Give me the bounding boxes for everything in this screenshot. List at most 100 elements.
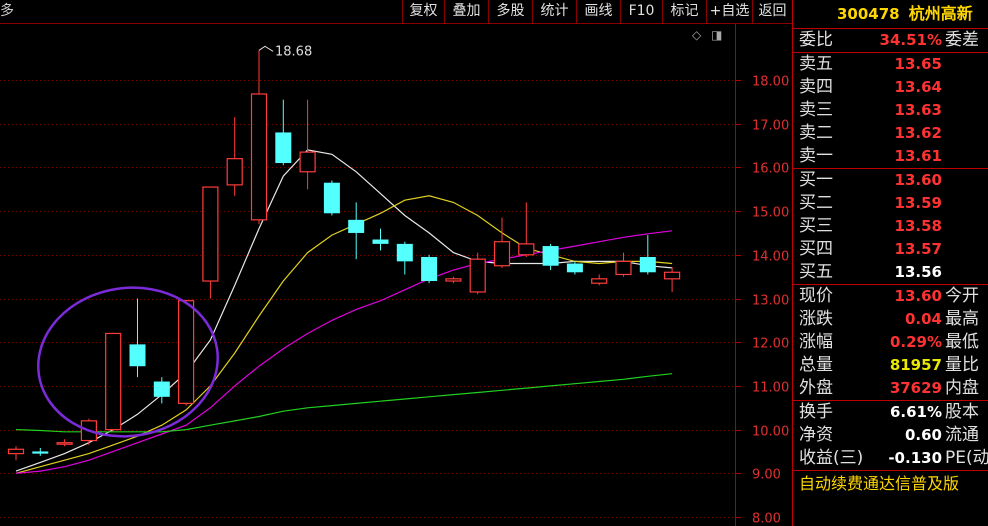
candle-body	[105, 332, 122, 431]
y-tick-label: 18.00	[752, 75, 789, 90]
extra-label2: PE(动	[945, 448, 988, 468]
stock-name: 杭州高新	[908, 4, 973, 23]
toolbar-button-huaxian[interactable]: 画线	[576, 0, 620, 23]
kline-chart-svg: 18.00 17.00 16.00 15.00 14.00 13.00 12.00 11.00…	[0, 23, 792, 526]
candle-body	[202, 186, 219, 282]
candle-body	[591, 278, 608, 284]
buy-row: 买三 13.58	[793, 215, 988, 238]
candle-body	[615, 260, 632, 276]
peak-pointer	[258, 45, 274, 52]
candle-body	[663, 271, 681, 280]
toolbar-button-diejia[interactable]: 叠加	[444, 0, 488, 23]
sell-row: 卖三 13.63	[793, 99, 988, 122]
quote-label: 外盘	[799, 378, 833, 398]
extra-row: 净资 0.60 流通	[793, 424, 988, 447]
candle-body	[7, 448, 25, 455]
sell-row: 卖四 13.64	[793, 76, 988, 99]
toolbar-left-text: 多	[0, 3, 14, 19]
weibi-value: 34.51%	[879, 31, 942, 49]
candle-body	[493, 241, 511, 267]
quote-value: 0.29%	[889, 333, 942, 351]
candle-body	[469, 258, 486, 293]
candle-body	[421, 256, 438, 282]
sell-label: 卖一	[799, 146, 833, 166]
quote-row: 总量 81957 量比	[793, 354, 988, 377]
toolbar-button-biaoji[interactable]: 标记	[662, 0, 706, 23]
highlight-circle-annotation	[37, 286, 219, 438]
diamond-icon[interactable]: ◇	[692, 28, 701, 42]
quote-value: 37629	[889, 379, 942, 397]
toolbar-button-fanhui[interactable]: 返回	[752, 0, 792, 23]
buy-label: 买五	[799, 262, 833, 282]
candle-body	[639, 256, 656, 273]
candle-body	[299, 151, 316, 173]
buy-orders: 买一 13.60 买二 13.59 买三 13.58 买四 13.57 买五 1…	[793, 169, 988, 285]
sell-label: 卖二	[799, 123, 833, 143]
quote-label: 涨幅	[799, 332, 833, 352]
sell-orders: 卖五 13.65 卖四 13.64 卖三 13.63 卖二 13.62 卖一 1…	[793, 53, 988, 169]
buy-row: 买五 13.56	[793, 261, 988, 284]
candle-body	[226, 158, 243, 186]
quote-panel: 300478 杭州高新 委比 34.51% 委差 卖五 13.65 卖四 13.…	[792, 0, 988, 526]
y-tick-label: 16.00	[752, 162, 789, 177]
peak-label: 18.68	[275, 44, 312, 59]
toolbar-button-duogu[interactable]: 多股	[488, 0, 532, 23]
buy-price: 13.57	[894, 240, 942, 258]
sell-price: 13.63	[894, 101, 942, 119]
y-tick-label: 13.00	[752, 294, 789, 309]
extra-value: -0.130	[888, 449, 942, 467]
candle-body	[396, 243, 413, 262]
sell-price: 13.62	[894, 124, 942, 142]
candle-body	[566, 263, 583, 273]
sell-label: 卖五	[799, 54, 833, 74]
quote-value: 81957	[889, 356, 942, 374]
extra-label2: 股本	[945, 402, 979, 422]
buy-label: 买三	[799, 216, 833, 236]
quote-label: 涨跌	[799, 309, 833, 329]
buy-label: 买一	[799, 170, 833, 190]
buy-price: 13.59	[894, 194, 942, 212]
toolbar-button-zixuan[interactable]: +自选	[706, 0, 752, 23]
candle-body	[129, 344, 146, 367]
chart-toolbar: 多 复权 叠加 多股 统计 画线 F10 标记 +自选 返回	[0, 0, 792, 24]
quote-label2: 最低	[945, 332, 979, 352]
quote-row: 外盘 37629 内盘	[793, 377, 988, 400]
stock-code: 300478	[837, 5, 900, 23]
quote-value: 0.04	[904, 310, 942, 328]
toolbar-button-fuquan[interactable]: 复权	[402, 0, 444, 23]
sell-label: 卖四	[799, 77, 833, 97]
candle-body	[323, 182, 340, 214]
toolbar-button-f10[interactable]: F10	[620, 0, 662, 23]
quote-label: 现价	[799, 286, 833, 306]
quote-label2: 最高	[945, 309, 979, 329]
candle-body	[32, 451, 49, 454]
kline-chart[interactable]: 18.00 17.00 16.00 15.00 14.00 13.00 12.00 11.00…	[0, 0, 792, 526]
candle-body	[56, 442, 73, 445]
sell-price: 13.64	[894, 78, 942, 96]
candle-body	[445, 278, 462, 282]
sell-row: 卖一 13.61	[793, 145, 988, 168]
y-tick-label: 15.00	[752, 206, 789, 221]
news-ticker[interactable]: 自动续费通达信普及版	[793, 470, 988, 497]
quote-value: 13.60	[894, 287, 942, 305]
extra-row: 换手 6.61% 股本	[793, 401, 988, 424]
sell-row: 卖二 13.62	[793, 122, 988, 145]
candle-body	[178, 300, 195, 404]
quote-label2: 量比	[945, 355, 979, 375]
buy-label: 买二	[799, 193, 833, 213]
candle-body	[542, 246, 559, 266]
weicha-label: 委差	[945, 30, 979, 50]
y-tick-label: 14.00	[752, 250, 789, 265]
panel-toggle-icon[interactable]: ◨	[711, 28, 722, 42]
quote-row: 涨幅 0.29% 最低	[793, 331, 988, 354]
weibi-row: 委比 34.51% 委差	[793, 29, 988, 53]
quote-label2: 今开	[945, 286, 979, 306]
candle-body	[372, 239, 389, 244]
chart-corner-icons: ◇ ◨	[692, 28, 728, 42]
extra-value: 6.61%	[889, 403, 942, 421]
extra-stats: 换手 6.61% 股本 净资 0.60 流通 收益(三) -0.130 PE(动	[793, 401, 988, 470]
toolbar-button-tongji[interactable]: 统计	[532, 0, 576, 23]
extra-label: 收益(三)	[799, 448, 864, 468]
buy-row: 买一 13.60	[793, 169, 988, 192]
buy-row: 买四 13.57	[793, 238, 988, 261]
